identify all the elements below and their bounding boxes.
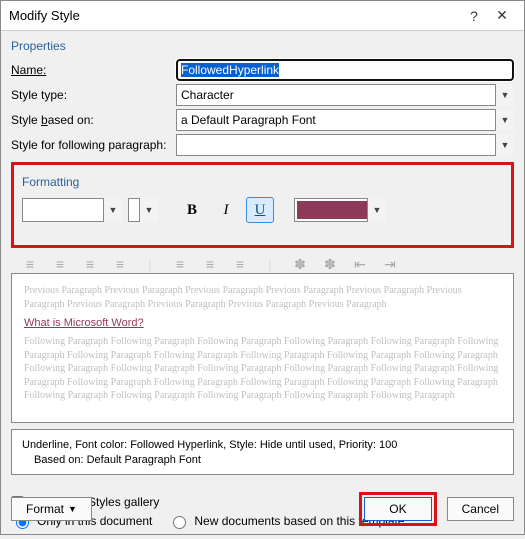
preview-next-text: Following Paragraph Following Paragraph … — [24, 335, 501, 403]
font-family-select[interactable]: ▼ — [22, 198, 122, 222]
align-justify-icon[interactable]: ≡ — [111, 256, 129, 273]
following-label: Style for following paragraph: — [11, 138, 176, 152]
modify-style-dialog: Modify Style ? ✕ Properties Name: Style … — [0, 0, 525, 535]
based-on-select[interactable] — [176, 109, 514, 131]
dialog-title: Modify Style — [9, 8, 460, 23]
dialog-footer: Format ▼ OK Cancel — [11, 492, 514, 526]
style-type-select[interactable] — [176, 84, 514, 106]
font-size-select[interactable]: ▼ — [128, 198, 158, 222]
following-select[interactable] — [176, 134, 514, 156]
line-spacing-2-icon[interactable]: ≡ — [231, 256, 249, 273]
line-spacing-1.5-icon[interactable]: ≡ — [201, 256, 219, 273]
close-button[interactable]: ✕ — [488, 7, 516, 24]
formatting-heading: Formatting — [22, 175, 503, 189]
titlebar: Modify Style ? ✕ — [1, 1, 524, 31]
underline-button[interactable]: U — [246, 197, 274, 223]
help-button[interactable]: ? — [460, 8, 488, 24]
space-before-icon[interactable]: ✽ — [291, 256, 309, 273]
properties-heading: Properties — [11, 39, 514, 53]
color-swatch — [297, 201, 383, 219]
desc-line1: Underline, Font color: Followed Hyperlin… — [22, 438, 503, 453]
space-after-icon[interactable]: ✽ — [321, 256, 339, 273]
ok-button[interactable]: OK — [364, 497, 431, 521]
preview-sample-text: What is Microsoft Word? — [24, 317, 501, 329]
style-type-label: Style type: — [11, 88, 176, 102]
italic-button[interactable]: I — [212, 197, 240, 223]
preview-prev-text: Previous Paragraph Previous Paragraph Pr… — [24, 284, 501, 311]
style-description: Underline, Font color: Followed Hyperlin… — [11, 429, 514, 475]
ok-highlight: OK — [359, 492, 436, 526]
align-left-icon[interactable]: ≡ — [21, 256, 39, 273]
font-color-select[interactable]: ▼ — [294, 198, 386, 222]
bold-button[interactable]: B — [178, 197, 206, 223]
align-right-icon[interactable]: ≡ — [81, 256, 99, 273]
based-on-label: Style based on: — [11, 113, 176, 127]
cancel-button[interactable]: Cancel — [447, 497, 514, 521]
format-button[interactable]: Format ▼ — [11, 497, 92, 521]
chevron-down-icon: ▼ — [68, 504, 77, 514]
desc-line2: Based on: Default Paragraph Font — [22, 453, 503, 468]
preview-pane: Previous Paragraph Previous Paragraph Pr… — [11, 273, 514, 423]
name-label: Name: — [11, 63, 46, 77]
name-input[interactable] — [176, 59, 514, 81]
indent-right-icon[interactable]: ⇥ — [381, 256, 399, 273]
line-spacing-1-icon[interactable]: ≡ — [171, 256, 189, 273]
paragraph-toolbar: ≡ ≡ ≡ ≡ | ≡ ≡ ≡ | ✽ ✽ ⇤ ⇥ — [11, 252, 514, 273]
format-label: Format — [26, 502, 64, 516]
formatting-group: Formatting ▼ ▼ B I U ▼ — [11, 162, 514, 248]
indent-left-icon[interactable]: ⇤ — [351, 256, 369, 273]
align-center-icon[interactable]: ≡ — [51, 256, 69, 273]
